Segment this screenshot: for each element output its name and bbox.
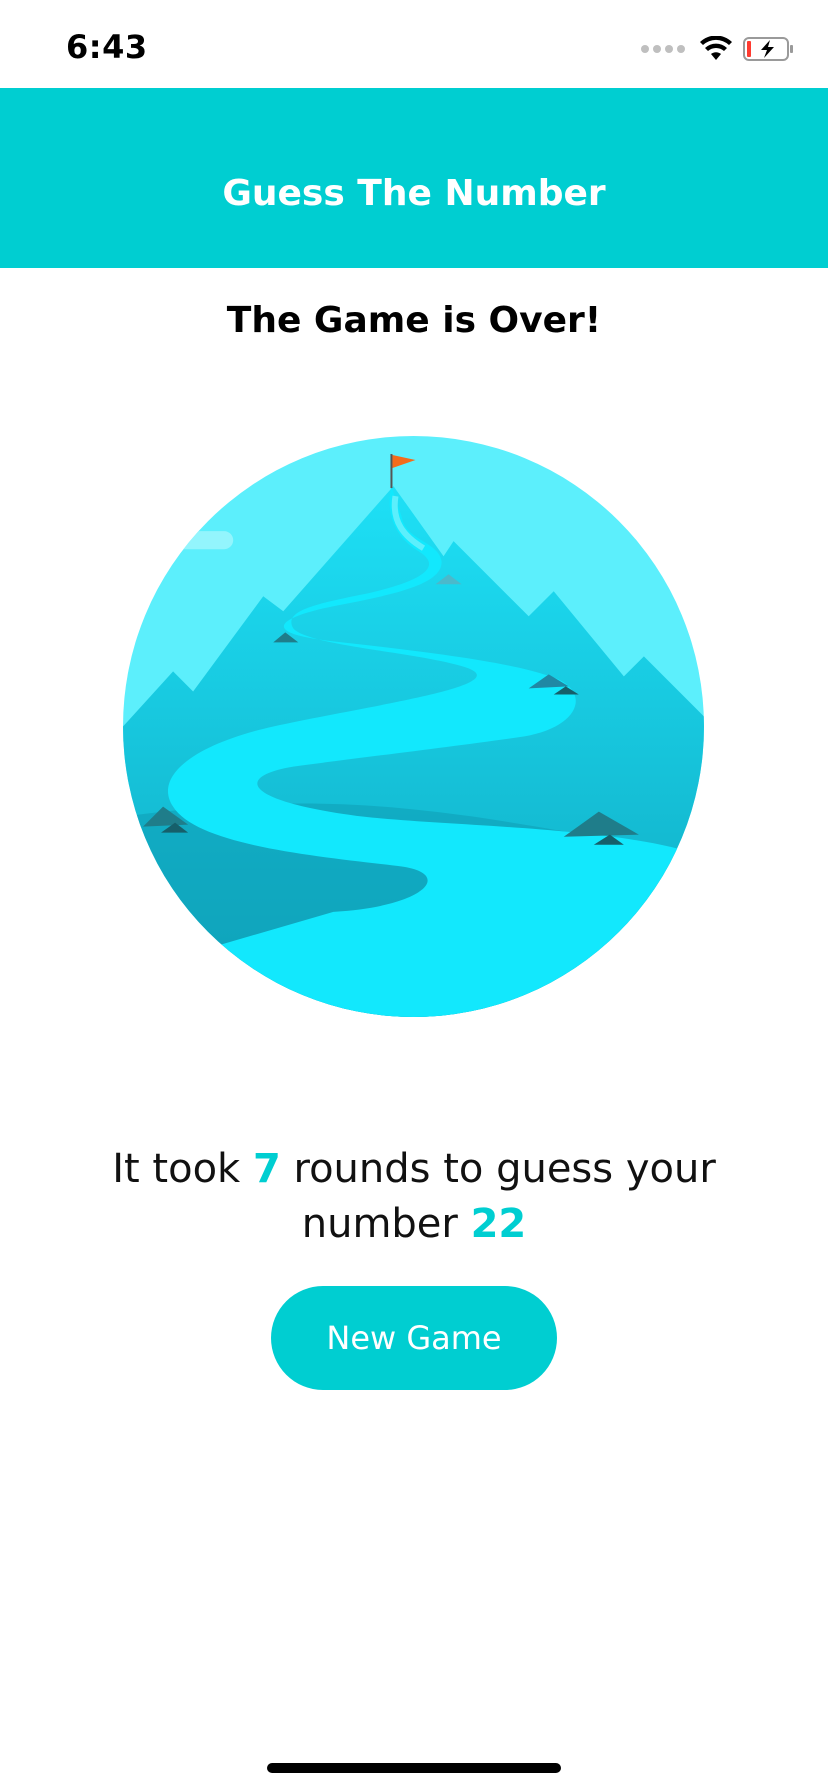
result-prefix: It took (112, 1146, 241, 1192)
user-number: 22 (470, 1201, 527, 1247)
home-indicator[interactable] (267, 1763, 561, 1773)
header-title: Guess The Number (222, 172, 606, 214)
result-message: It took 7 rounds to guess your number 22 (90, 1142, 738, 1252)
status-time: 6:43 (66, 28, 148, 66)
wifi-icon (700, 36, 732, 60)
signal-icon (641, 45, 685, 53)
mountain-summit-illustration (123, 436, 704, 1017)
status-icons (641, 36, 795, 62)
status-bar: 6:43 (0, 0, 828, 88)
battery-charging-icon (743, 37, 793, 61)
app-header: Guess The Number (0, 88, 828, 268)
rounds-count: 7 (252, 1146, 281, 1192)
new-game-button[interactable]: New Game (271, 1286, 557, 1390)
game-over-title: The Game is Over! (226, 300, 602, 341)
